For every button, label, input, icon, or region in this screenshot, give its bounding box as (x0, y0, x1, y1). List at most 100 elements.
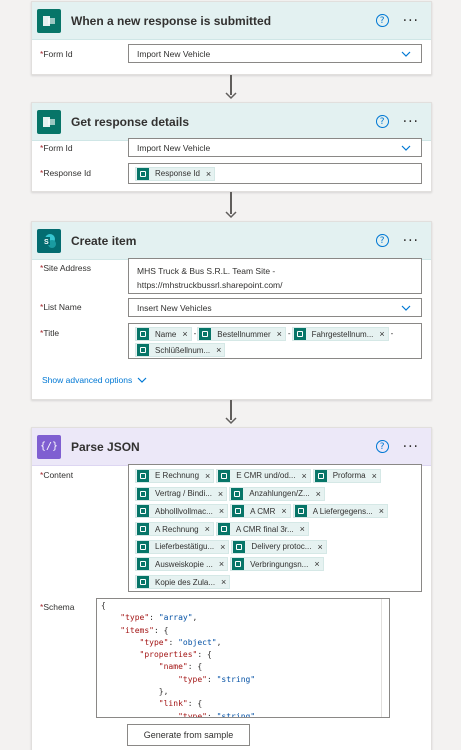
remove-token-icon[interactable]: × (274, 329, 285, 339)
create-item-header[interactable]: S Create item ? ··· (32, 222, 431, 260)
remove-token-icon[interactable]: × (218, 577, 229, 587)
microsoft-forms-icon (218, 469, 231, 482)
schema-label: *Schema (40, 602, 75, 612)
more-options-icon[interactable]: ··· (403, 13, 419, 29)
content-label: *Content (40, 470, 74, 480)
help-icon[interactable]: ? (375, 440, 389, 453)
microsoft-forms-icon (137, 487, 149, 500)
response-id-field[interactable]: Response Id × (128, 163, 422, 184)
schema-code-line: "type": "object", (139, 637, 222, 647)
list-name-dropdown[interactable]: Insert New Vehicles (128, 298, 422, 317)
microsoft-forms-icon (137, 558, 149, 571)
schema-code-line: "type": "array", (120, 613, 198, 623)
more-options-icon[interactable]: ··· (403, 439, 419, 455)
dynamic-token[interactable]: A Rechnung × (135, 522, 214, 537)
schema-scrollbar[interactable] (381, 599, 389, 717)
trigger-title: When a new response is submitted (71, 13, 272, 28)
dynamic-token[interactable]: E CMR und/od... × (216, 468, 311, 483)
remove-token-icon[interactable]: × (297, 524, 308, 534)
show-advanced-options-link[interactable]: Show advanced options (42, 375, 147, 385)
dynamic-token[interactable]: Bestellnummer × (197, 327, 286, 341)
dynamic-token[interactable]: Lieferbestätigu... × (135, 539, 230, 554)
schema-code-line: "type": "string" (178, 674, 256, 684)
schema-editor[interactable]: { "type": "array", "items": { "type": "o… (96, 598, 390, 718)
microsoft-forms-icon (137, 344, 149, 356)
site-address-label: *Site Address (40, 263, 92, 273)
token-row: Lieferbestätigu... × Delivery protoc... × (135, 538, 329, 556)
schema-code-line: "properties": { (139, 650, 212, 660)
dynamic-token[interactable]: A CMR × (230, 504, 291, 519)
chevron-down-icon (401, 305, 411, 311)
microsoft-forms-icon (37, 8, 61, 33)
help-icon[interactable]: ? (375, 234, 389, 247)
dynamic-token[interactable]: E Rechnung × (135, 468, 215, 483)
token-row: Vertrag / Bindi... × Anzahlungen/Z... × (135, 485, 327, 503)
dynamic-token[interactable]: A Liefergegens... × (292, 504, 388, 519)
dynamic-token[interactable]: Verbringungsn... × (230, 557, 324, 572)
remove-token-icon[interactable]: × (202, 471, 213, 481)
microsoft-forms-icon (137, 576, 149, 589)
parse-json-header[interactable]: {/} Parse JSON ? ··· (32, 428, 431, 466)
site-address-field[interactable]: MHS Truck & Bus S.R.L. Team Site - https… (128, 258, 422, 294)
response-id-label: *Response Id (40, 168, 92, 178)
remove-token-icon[interactable]: × (216, 559, 227, 569)
remove-token-icon[interactable]: × (202, 524, 213, 534)
help-icon[interactable]: ? (375, 115, 389, 128)
dynamic-token[interactable]: Name × (135, 327, 192, 341)
trigger-card-header[interactable]: When a new response is submitted ? ··· (32, 2, 431, 40)
remove-token-icon[interactable]: × (314, 542, 325, 552)
site-address-line-2: https://mhstruckbussrl.sharepoint.com/ (137, 280, 283, 290)
more-options-icon[interactable]: ··· (403, 233, 419, 249)
dynamic-token[interactable]: Ausweiskopie ... × (135, 557, 229, 572)
more-options-icon[interactable]: ··· (403, 114, 419, 130)
token-row: Abholllvollmac... × A CMR × A Liefergegens..… (135, 502, 390, 520)
dynamic-token[interactable]: A CMR final 3r... × (215, 522, 309, 537)
microsoft-forms-icon (232, 505, 245, 518)
get-response-card: Get response details ? ··· *Form Id Impo… (31, 102, 432, 192)
form-id-dropdown[interactable]: Import New Vehicle (128, 138, 422, 157)
microsoft-forms-icon (137, 523, 149, 536)
form-id-label: *Form Id (40, 143, 73, 153)
remove-token-icon[interactable]: × (179, 329, 190, 339)
dynamic-token[interactable]: Abholllvollmac... × (135, 504, 229, 519)
remove-token-icon[interactable]: × (278, 506, 289, 516)
dynamic-token[interactable]: Proforma × (312, 468, 381, 483)
remove-token-icon[interactable]: × (313, 489, 324, 499)
microsoft-forms-icon (137, 469, 149, 482)
dynamic-token[interactable]: Response Id × (135, 166, 216, 181)
get-response-header[interactable]: Get response details ? ··· (32, 103, 431, 141)
dynamic-token[interactable]: Vertrag / Bindi... × (135, 486, 228, 501)
remove-token-icon[interactable]: × (298, 471, 309, 481)
separator-text: - (390, 329, 394, 338)
token-row: A Rechnung × A CMR final 3r... × (135, 520, 311, 538)
microsoft-forms-icon (37, 109, 61, 134)
remove-token-icon[interactable]: × (213, 345, 224, 355)
form-id-dropdown[interactable]: Import New Vehicle (128, 44, 422, 63)
remove-token-icon[interactable]: × (203, 169, 214, 179)
dynamic-token[interactable]: Fahrgestellnum... × (291, 327, 389, 341)
microsoft-forms-icon (294, 505, 307, 518)
remove-token-icon[interactable]: × (216, 506, 227, 516)
remove-token-icon[interactable]: × (311, 559, 322, 569)
sharepoint-icon: S (37, 228, 61, 253)
microsoft-forms-icon (217, 523, 230, 536)
title-label: *Title (40, 328, 60, 338)
generate-from-sample-button[interactable]: Generate from sample (127, 724, 250, 746)
dynamic-token[interactable]: Schlüßellnum... × (135, 343, 226, 357)
title-field[interactable]: Name × - Bestellnummer × - Fahrgestellnum.… (128, 323, 422, 359)
remove-token-icon[interactable]: × (376, 506, 387, 516)
create-item-card: S Create item ? ··· *Site Address MHS Tr… (31, 221, 432, 400)
dynamic-token[interactable]: Kopie des Zula... × (135, 575, 231, 590)
remove-token-icon[interactable]: × (217, 542, 228, 552)
remove-token-icon[interactable]: × (369, 471, 380, 481)
remove-token-icon[interactable]: × (215, 489, 226, 499)
dynamic-token[interactable]: Anzahlungen/Z... × (229, 486, 325, 501)
parse-json-icon: {/} (37, 434, 61, 459)
microsoft-forms-icon (137, 167, 149, 180)
separator-text: - (193, 329, 197, 338)
content-field[interactable]: E Rechnung × E CMR und/od... × Proforma × Vert… (128, 464, 422, 592)
remove-token-icon[interactable]: × (376, 329, 387, 339)
help-icon[interactable]: ? (375, 14, 389, 27)
schema-code-line: "name": { (158, 662, 203, 672)
dynamic-token[interactable]: Delivery protoc... × (231, 539, 327, 554)
